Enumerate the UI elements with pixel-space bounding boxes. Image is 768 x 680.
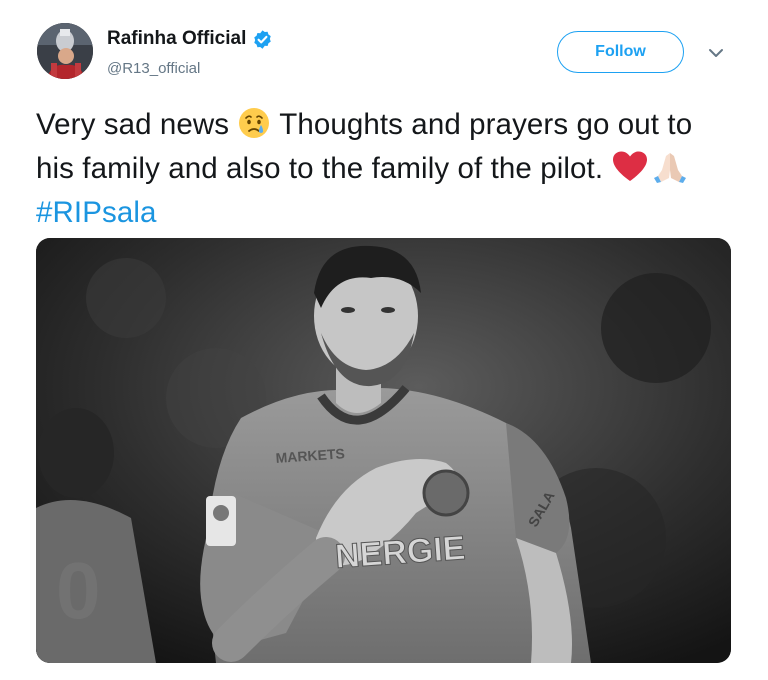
player-photo: 0 MARKETS NERGIE SALA	[36, 238, 731, 663]
avatar-photo	[37, 23, 93, 79]
tweet-text-part-1: Very sad news	[36, 108, 238, 141]
tweet-card: Rafinha Official @R13_official Follow Ve…	[0, 0, 768, 680]
svg-text:0: 0	[56, 546, 101, 635]
red-heart-icon	[611, 150, 649, 194]
follow-button[interactable]: Follow	[557, 31, 684, 73]
verified-badge-icon	[254, 29, 272, 49]
chevron-down-icon[interactable]	[706, 43, 726, 63]
author-handle[interactable]: @R13_official	[107, 60, 200, 77]
tweet-photo[interactable]: 0 MARKETS NERGIE SALA	[36, 238, 731, 663]
author-display-name[interactable]: Rafinha Official	[107, 28, 246, 50]
folded-hands-icon	[652, 150, 688, 194]
avatar[interactable]	[37, 23, 93, 79]
author-name[interactable]: Rafinha Official	[107, 28, 273, 50]
tweet-text: Very sad news Thoughts and prayers go ou…	[36, 106, 736, 232]
crying-face-icon	[237, 106, 271, 150]
hashtag-link[interactable]: #RIPsala	[36, 196, 157, 229]
